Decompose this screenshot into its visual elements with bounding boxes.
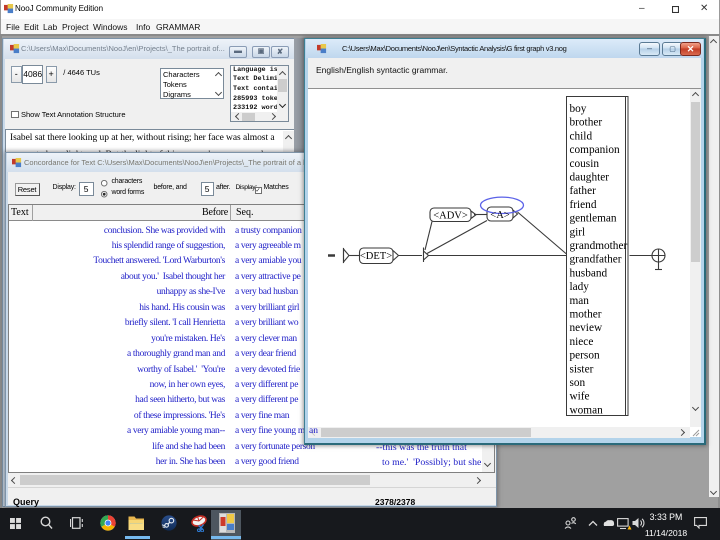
svg-text:cousin: cousin (570, 158, 600, 170)
svg-text:gentleman: gentleman (570, 213, 617, 225)
svg-text:mother: mother (570, 309, 602, 321)
svg-text:child: child (570, 130, 593, 142)
svg-text:son: son (570, 377, 586, 389)
svg-text:niece: niece (570, 336, 594, 348)
svg-text:father: father (570, 185, 597, 197)
svg-text:boy: boy (570, 103, 587, 115)
svg-text:companion: companion (570, 144, 621, 156)
svg-text:grandfather: grandfather (570, 254, 622, 266)
svg-text:<ADV>: <ADV> (433, 211, 468, 222)
svg-text:woman: woman (570, 404, 604, 416)
svg-text:neview: neview (570, 322, 603, 334)
svg-text:lady: lady (570, 281, 590, 293)
svg-text:<DET>: <DET> (360, 251, 392, 262)
svg-text:friend: friend (570, 199, 597, 211)
svg-text:wife: wife (570, 391, 590, 403)
svg-text:grandmother: grandmother (570, 240, 628, 252)
svg-text:daughter: daughter (570, 172, 610, 184)
svg-text:person: person (570, 350, 600, 362)
svg-text:<A>: <A> (490, 210, 510, 221)
svg-text:husband: husband (570, 267, 608, 279)
svg-text:man: man (570, 295, 590, 307)
svg-text:sister: sister (570, 363, 594, 375)
svg-text:girl: girl (570, 226, 586, 238)
svg-text:brother: brother (570, 117, 603, 129)
